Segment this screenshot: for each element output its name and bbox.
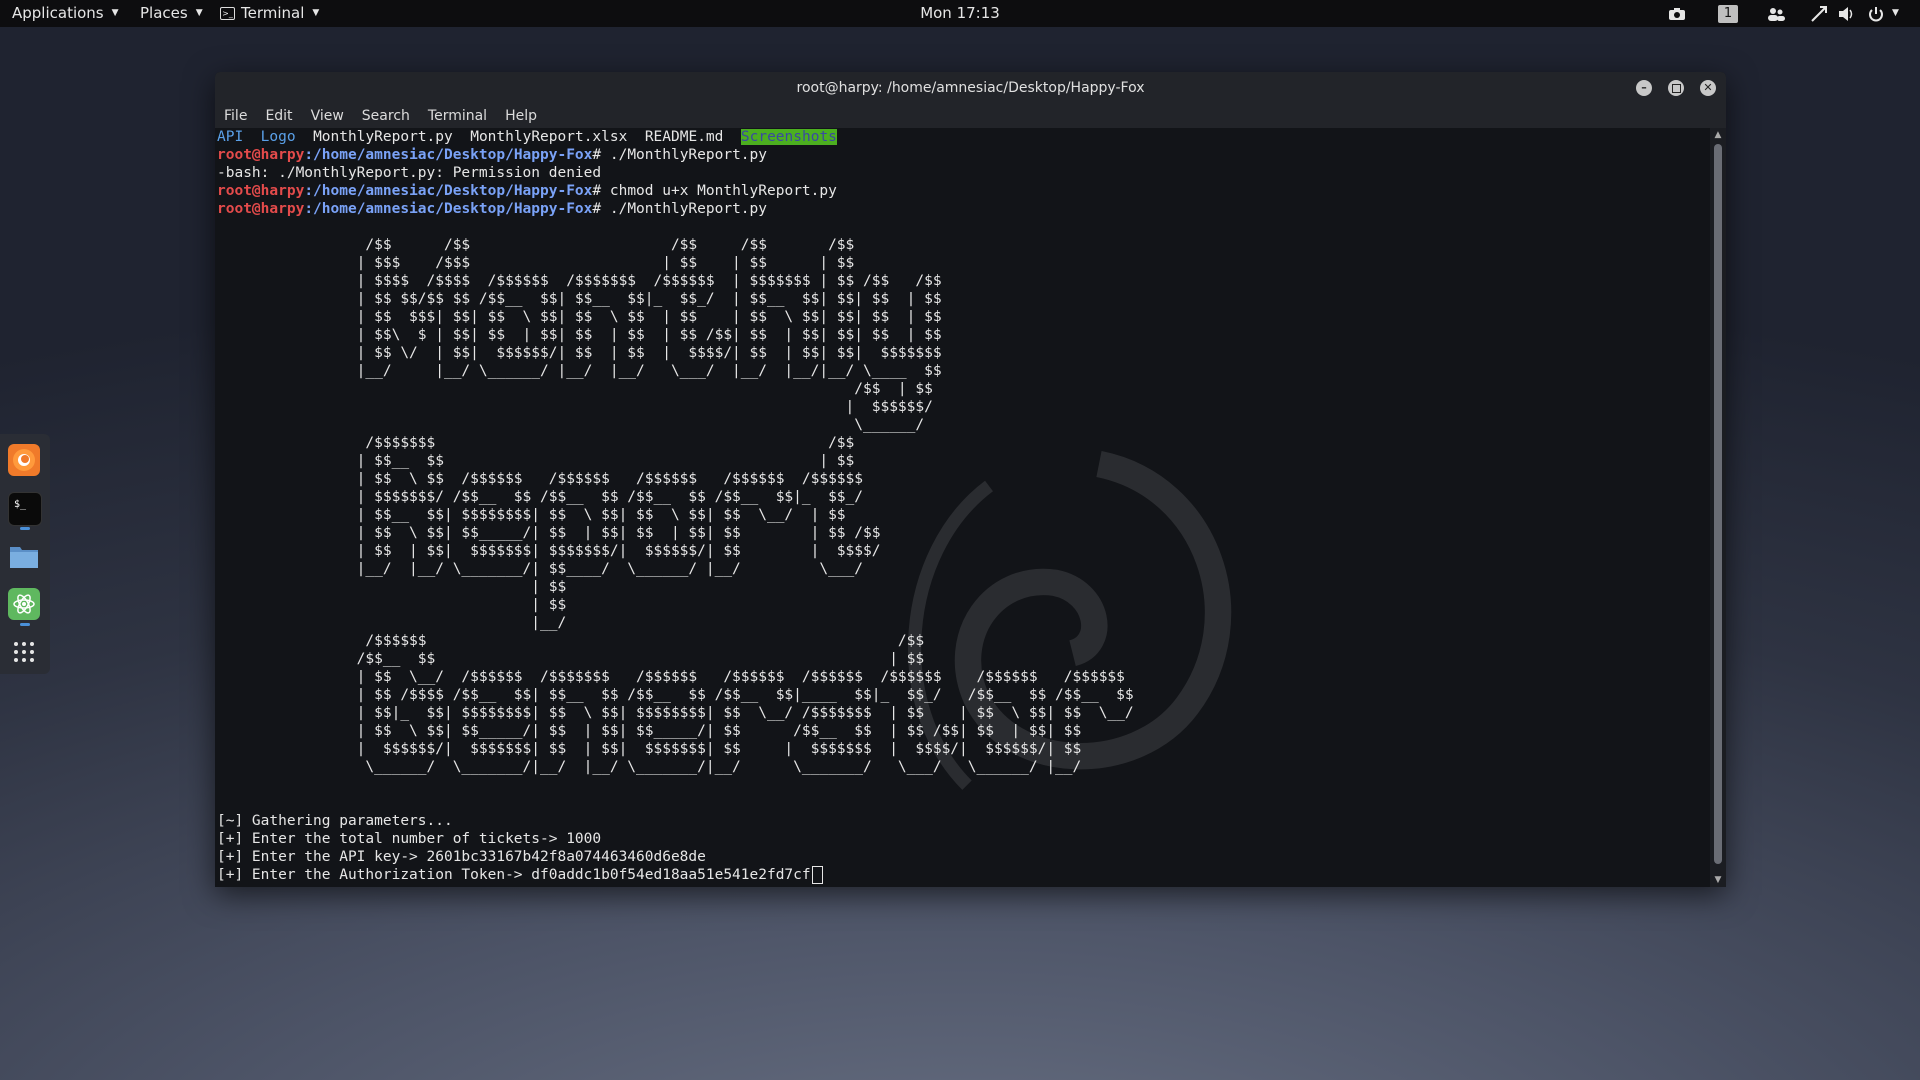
- app-grid-icon[interactable]: [8, 636, 40, 668]
- menu-bar: File Edit View Search Terminal Help: [215, 104, 1726, 128]
- output-line: [~] Gathering parameters...: [217, 813, 453, 829]
- places-label: Places: [140, 4, 188, 22]
- terminal-output: API Logo MonthlyReport.py MonthlyReport.…: [215, 128, 1136, 884]
- chevron-down-icon: ▼: [1892, 8, 1899, 18]
- prompt-user: root@harpy: [217, 147, 305, 163]
- terminal-content[interactable]: API Logo MonthlyReport.py MonthlyReport.…: [215, 128, 1710, 887]
- atom-icon[interactable]: [8, 588, 40, 620]
- prompt-path: :/home/amnesiac/Desktop/Happy-Fox: [304, 183, 593, 199]
- users-icon[interactable]: [1766, 0, 1786, 27]
- chevron-down-icon: ▼: [195, 8, 203, 18]
- close-icon: ✕: [1703, 81, 1713, 94]
- prompt-path: :/home/amnesiac/Desktop/Happy-Fox: [304, 147, 593, 163]
- prompt-user: root@harpy: [217, 201, 305, 217]
- scroll-down-icon[interactable]: ▼: [1710, 875, 1726, 885]
- screenshot-icon[interactable]: [1668, 0, 1686, 27]
- active-indicator: [20, 527, 30, 530]
- dock: $_: [0, 434, 50, 674]
- ls-file: MonthlyReport.xlsx: [470, 129, 628, 145]
- minimize-button[interactable]: –: [1636, 80, 1652, 96]
- power-icon: [1869, 6, 1883, 21]
- command: # ./MonthlyReport.py: [592, 147, 768, 163]
- window-title: root@harpy: /home/amnesiac/Desktop/Happy…: [796, 80, 1145, 96]
- ls-dir-api: API: [217, 129, 244, 145]
- terminal-window[interactable]: root@harpy: /home/amnesiac/Desktop/Happy…: [215, 72, 1726, 887]
- menu-help[interactable]: Help: [496, 104, 546, 128]
- output-line: [+] Enter the Authorization Token-> df0a…: [217, 867, 811, 883]
- scrollbar-thumb[interactable]: [1714, 144, 1722, 864]
- firefox-icon[interactable]: [8, 444, 40, 476]
- prompt-user: root@harpy: [217, 183, 305, 199]
- close-button[interactable]: ✕: [1700, 80, 1716, 96]
- workspace-indicator[interactable]: 1: [1718, 0, 1738, 27]
- terminal-app-label: Terminal: [241, 4, 305, 22]
- power-menu[interactable]: ▼: [1868, 0, 1899, 27]
- scrollbar[interactable]: ▲ ▼: [1710, 128, 1726, 887]
- text-cursor[interactable]: [811, 866, 823, 884]
- places-menu[interactable]: Places ▼: [140, 0, 203, 27]
- terminal-app-menu[interactable]: >_ Terminal ▼: [220, 0, 319, 27]
- maximize-icon: [1671, 83, 1681, 93]
- network-icon[interactable]: [1810, 0, 1828, 27]
- command: # chmod u+x MonthlyReport.py: [592, 183, 837, 199]
- menu-edit[interactable]: Edit: [256, 104, 301, 128]
- minimize-icon: –: [1641, 81, 1647, 94]
- menu-file[interactable]: File: [215, 104, 256, 128]
- applications-menu[interactable]: Applications ▼: [12, 0, 119, 27]
- output-line: [+] Enter the total number of tickets-> …: [217, 831, 602, 847]
- menu-view[interactable]: View: [302, 104, 353, 128]
- top-bar: Applications ▼ Places ▼ >_ Terminal ▼ Mon 1…: [0, 0, 1920, 27]
- volume-icon[interactable]: [1838, 0, 1856, 27]
- chevron-down-icon: ▼: [111, 8, 119, 18]
- error-line: -bash: ./MonthlyReport.py: Permission de…: [217, 165, 602, 181]
- menu-search[interactable]: Search: [353, 104, 419, 128]
- active-indicator: [20, 623, 30, 626]
- terminal-app-icon: >_: [220, 7, 235, 20]
- terminal-icon[interactable]: $_: [8, 492, 42, 526]
- ls-dir-logo: Logo: [260, 129, 296, 145]
- ls-file: MonthlyReport.py: [313, 129, 453, 145]
- workspace-number: 1: [1718, 4, 1738, 23]
- maximize-button[interactable]: [1668, 80, 1684, 96]
- output-line: [+] Enter the API key-> 2601bc33167b42f8…: [217, 849, 706, 865]
- chevron-down-icon: ▼: [312, 8, 320, 18]
- ls-dir-screenshots: Screenshots: [740, 129, 837, 145]
- prompt-path: :/home/amnesiac/Desktop/Happy-Fox: [304, 201, 593, 217]
- ascii-banner: /$$ /$$ /$$ /$$ /$$ | $$$ /$$$ | $$ | $$…: [356, 237, 1134, 775]
- applications-label: Applications: [12, 4, 104, 22]
- command: # ./MonthlyReport.py: [592, 201, 768, 217]
- clock[interactable]: Mon 17:13: [920, 0, 1000, 27]
- files-icon[interactable]: [8, 540, 40, 572]
- title-bar[interactable]: root@harpy: /home/amnesiac/Desktop/Happy…: [215, 72, 1726, 104]
- scroll-up-icon[interactable]: ▲: [1710, 130, 1726, 140]
- ls-file: README.md: [644, 129, 724, 145]
- menu-terminal[interactable]: Terminal: [419, 104, 496, 128]
